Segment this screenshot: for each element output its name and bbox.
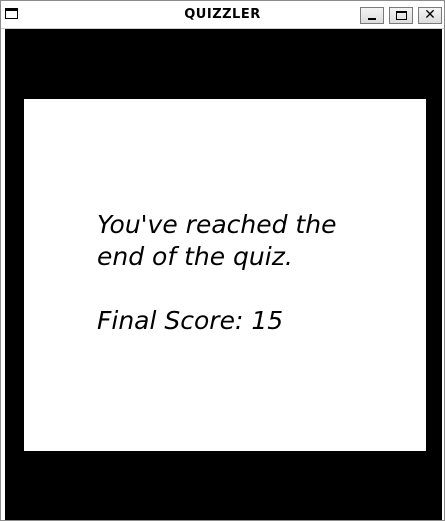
maximize-button[interactable] (389, 7, 413, 24)
minimize-button[interactable] (360, 7, 384, 24)
minimize-icon (368, 18, 376, 20)
quiz-canvas: You've reached the end of the quiz. Fina… (5, 29, 442, 520)
app-window: QUIZZLER ✕ You've reached the end of the… (0, 0, 445, 521)
close-icon: ✕ (424, 7, 436, 23)
close-button[interactable]: ✕ (418, 7, 442, 24)
question-card: You've reached the end of the quiz. Fina… (24, 99, 426, 451)
maximize-icon (396, 11, 407, 20)
title-bar[interactable]: QUIZZLER ✕ (1, 1, 444, 29)
question-text: You've reached the end of the quiz. Fina… (97, 210, 337, 335)
